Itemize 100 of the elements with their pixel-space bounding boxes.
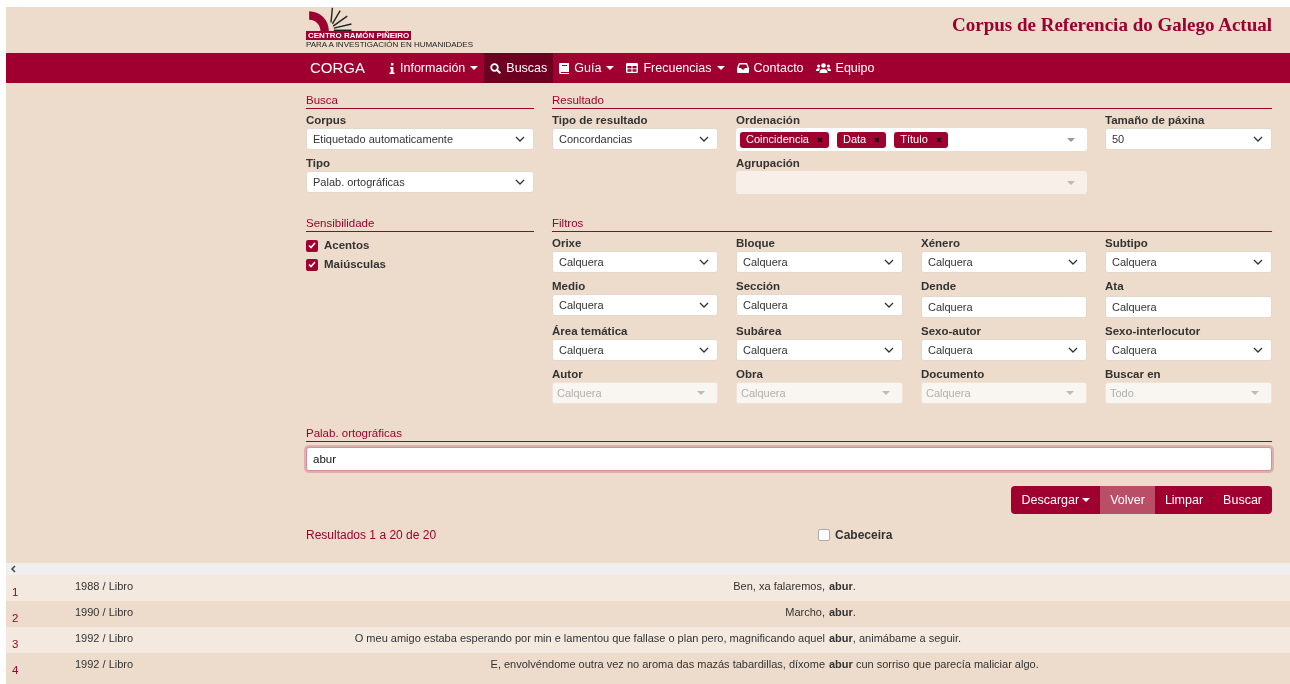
chevron-down-icon [884,259,894,265]
checkbox[interactable] [306,258,318,271]
field-label: Bloque [736,236,776,250]
select-field[interactable]: Etiquetado automaticamente [306,128,534,150]
field-label: Dende [921,279,958,293]
nav-item[interactable]: Frecuencias [620,53,731,83]
nav-item[interactable]: Información [383,53,485,83]
section-heading: Sensibilidade [306,216,534,232]
info-icon [389,62,395,74]
chevron-down-icon [515,136,525,142]
nav-item[interactable]: Buscas [484,53,554,83]
nav-item[interactable]: Guía [553,53,621,83]
concordance-text: Ben, xa falaremos, abur. [732,579,857,594]
chevron-down-icon [884,302,894,308]
caret-down-icon [716,66,725,70]
select-field[interactable]: Calquera [736,294,903,316]
caret-down-icon [1066,391,1074,395]
checkbox-option[interactable]: Cabeceira [818,526,893,544]
section-heading: Palab. ortográficas [306,426,1272,442]
source-cell-text: 1990 / Libro [75,605,135,620]
action-button[interactable]: Descargar [1011,486,1101,514]
checkbox[interactable] [818,529,830,541]
select-field[interactable]: Calquera [921,339,1087,361]
text-field[interactable]: Calquera [921,296,1087,318]
select-field[interactable]: Concordancias [552,128,718,150]
chevron-down-icon [1253,259,1263,265]
chevron-down-icon [1068,347,1078,353]
action-button[interactable]: Volver [1100,486,1155,514]
action-button[interactable]: Limpar [1154,486,1214,514]
tag[interactable]: Coincidencia [740,131,829,148]
source-cell-text: 1992 / Libro [75,657,135,672]
source-cell-text: 1992 / Libro [75,631,135,646]
logo-subcaption: PARA A INVESTIGACIÓN EN HUMANIDADES [306,40,473,49]
section-heading: Busca [306,93,534,109]
tag[interactable]: Título [894,131,948,148]
field-label: Medio [552,279,587,293]
field-label: Agrupación [736,156,801,170]
select-field[interactable]: Calquera [1105,339,1272,361]
select-field[interactable]: Calquera [552,294,718,316]
field-label: Tipo de resultado [552,113,649,127]
field-label: Ata [1105,279,1125,293]
tag[interactable]: Data [837,131,887,148]
row-number[interactable]: 2 [6,601,75,628]
nav-item[interactable]: Contacto [730,53,810,83]
checkbox[interactable] [306,239,318,252]
chevron-down-icon [1253,136,1263,142]
select-field[interactable]: Calquera [552,251,718,273]
section-heading: Filtros [552,216,1272,232]
field-label: Tipo [306,156,332,170]
checkbox-option[interactable]: Maiúsculas [306,255,534,274]
chevron-down-icon [1068,259,1078,265]
row-number[interactable]: 3 [6,627,75,654]
multi-select-field[interactable]: Coincidencia Data Título [736,128,1087,151]
concordance-text: E, envolvéndome outra vez no aroma das mazás tabardillas, díxome abur cun sorriso que parecía maliciar algo. [489,657,1040,672]
select-field[interactable]: Palab. ortográficas [306,171,534,193]
chevron-down-icon [699,259,709,265]
field-label: Ordenación [736,113,801,127]
chevron-down-icon [884,347,894,353]
field-label: Documento [921,367,986,381]
caret-down-icon [1067,137,1075,142]
field-label: Tamaño de páxina [1105,113,1206,127]
select-field[interactable]: Calquera [736,339,903,361]
search-field[interactable]: abur [306,447,1272,471]
caret-down-icon [1067,180,1075,185]
row-number[interactable]: 4 [6,653,75,680]
brand-link[interactable]: CORGA [304,53,371,83]
select-field[interactable]: Calquera [552,339,718,361]
chevron-down-icon [515,179,525,185]
chevron-down-icon [699,302,709,308]
scroll-left-icon[interactable] [10,565,16,573]
remove-icon[interactable] [874,136,881,143]
select-field[interactable]: Calquera [736,251,903,273]
field-label: Orixe [552,236,583,250]
checkbox-option[interactable]: Acentos [306,236,534,255]
caret-down-icon [470,66,479,70]
field-label: Buscar en [1105,367,1162,381]
book-icon [559,62,570,74]
results-summary: Resultados 1 a 20 de 20 [306,527,438,544]
remove-icon[interactable] [817,136,823,143]
select-field[interactable]: Calquera [1105,251,1272,273]
caret-down-icon [606,66,615,70]
inbox-icon [736,63,749,73]
concordance-text: Marcho, abur. [784,605,857,620]
table-icon [626,63,639,73]
nav-item[interactable]: Equipo [809,53,881,83]
field-label: Sección [736,279,782,293]
select-field[interactable]: 50 [1105,128,1272,150]
source-cell-text: 1988 / Libro [75,579,135,594]
text-field[interactable]: Calquera [1105,296,1272,318]
scrollbar[interactable] [6,563,1290,575]
caret-down-icon [697,391,705,395]
field-label: Área temática [552,324,629,338]
action-button[interactable]: Buscar [1213,486,1272,514]
select-field[interactable]: Calquera [921,251,1087,273]
chevron-down-icon [699,136,709,142]
users-icon [815,63,831,73]
remove-icon[interactable] [935,136,942,143]
field-label: Sexo-autor [921,324,983,338]
field-label: Sexo-interlocutor [1105,324,1202,338]
row-number[interactable]: 1 [6,575,75,602]
